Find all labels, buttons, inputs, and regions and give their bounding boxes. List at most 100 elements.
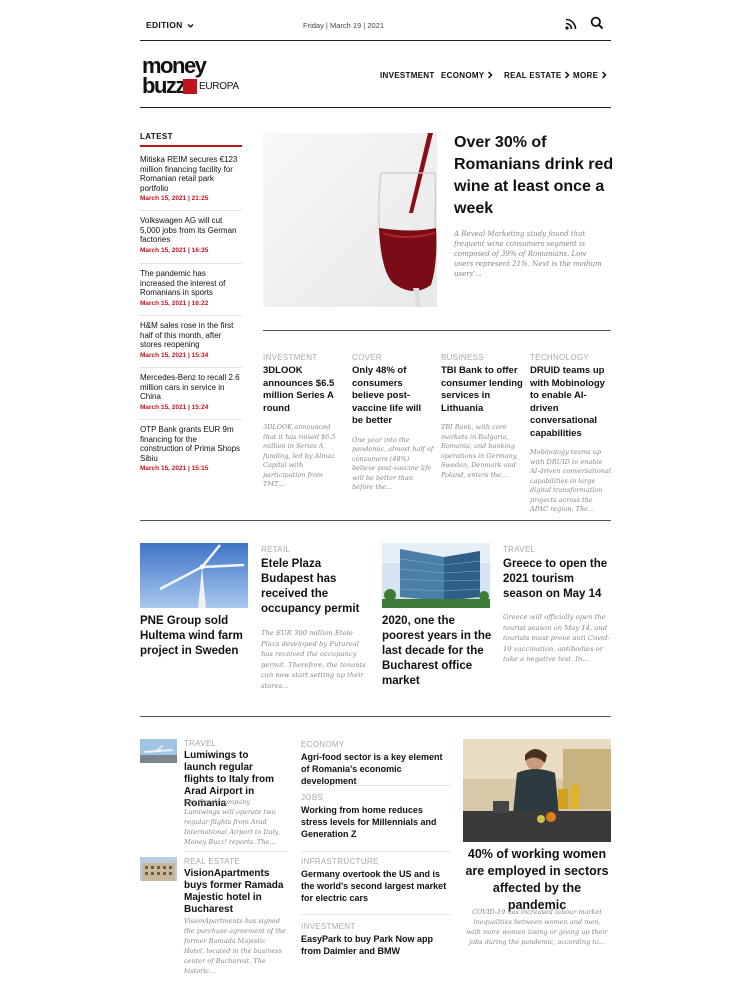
top-divider — [140, 40, 611, 41]
latest-item-title: OTP Bank grants EUR 9m financing for the… — [140, 425, 241, 463]
article-title: Only 48% of consumers believe post-vacci… — [352, 365, 422, 426]
article-title[interactable]: 2020, one the poorest years in the last … — [382, 614, 492, 689]
latest-divider — [140, 367, 242, 368]
search-icon[interactable] — [590, 16, 604, 30]
article-title[interactable]: Etele Plaza Budapest has received the oc… — [261, 557, 369, 617]
article-link[interactable]: INVESTMENT EasyPark to buy Park Now app … — [301, 922, 451, 957]
cashier-illustration — [463, 739, 611, 842]
article-excerpt: One year into the pandemic, almost half … — [352, 435, 434, 492]
article-excerpt: COVID-19 has increased labour market ine… — [466, 908, 608, 946]
latest-item-title: H&M sales rose in the first half of this… — [140, 321, 234, 349]
latest-item-date: March 15, 2021 | 16:35 — [140, 246, 209, 254]
chevron-down-icon — [187, 23, 194, 28]
latest-item-title: Mitiska REIM secures €123 million financ… — [140, 155, 238, 193]
wind-turbine-image[interactable] — [140, 543, 248, 608]
rss-icon[interactable] — [565, 18, 577, 30]
chevron-right-icon — [601, 71, 607, 79]
article-excerpt: The Greek company Lumiwings will operate… — [184, 798, 280, 846]
latest-item-title: Mercedes-Benz to recall 2.6 million cars… — [140, 373, 240, 401]
latest-item-date: March 15, 2021 | 15:34 — [140, 351, 209, 359]
article-card[interactable]: INVESTMENT 3DLOOK announces $6.5 million… — [263, 353, 345, 490]
article-title: TBI Bank to offer consumer lending servi… — [441, 365, 523, 414]
logo-word-buzz: buzz — [142, 73, 186, 98]
nav-label: INVESTMENT — [380, 71, 435, 80]
article-category: COVER — [352, 353, 382, 362]
hero-title[interactable]: Over 30% of Romanians drink red wine at … — [454, 132, 614, 220]
list-divider — [301, 851, 451, 852]
hero-divider — [263, 330, 611, 331]
working-woman-image[interactable] — [463, 739, 611, 842]
latest-item[interactable]: H&M sales rose in the first half of this… — [140, 321, 242, 359]
hero-excerpt: A Reveal Marketing study found that freq… — [454, 230, 602, 278]
section-divider — [140, 716, 611, 717]
latest-item[interactable]: OTP Bank grants EUR 9m financing for the… — [140, 425, 242, 472]
article-title: EasyPark to buy Park Now app from Daimle… — [301, 934, 434, 956]
office-building-illustration — [382, 543, 490, 608]
article-title[interactable]: VisionApartments buys former Ramada Maje… — [184, 868, 284, 916]
article-excerpt: The EUR 300 million Etele Plaza develope… — [261, 629, 366, 690]
article-card[interactable]: COVER Only 48% of consumers believe post… — [352, 353, 434, 493]
article-excerpt: VisionApartments has signed the purchase… — [184, 917, 286, 975]
article-title: Germany overtook the US and is the world… — [301, 869, 447, 903]
latest-item-date: March 15, 2021 | 21:25 — [140, 195, 209, 202]
latest-divider — [140, 419, 242, 420]
article-title[interactable]: Greece to open the 2021 tourism season o… — [503, 557, 611, 602]
article-title: Agri-food sector is a key element of Rom… — [301, 752, 443, 786]
latest-divider — [140, 263, 242, 264]
nav-real-estate[interactable]: REAL ESTATE — [504, 71, 570, 80]
site-logo[interactable]: money buzz EUROPA — [142, 55, 239, 100]
logo-word-europa: EUROPA — [199, 81, 239, 92]
article-link[interactable]: INFRASTRUCTURE Germany overtook the US a… — [301, 857, 451, 904]
article-category: REAL ESTATE — [184, 857, 241, 866]
article-category: INVESTMENT — [301, 922, 356, 931]
article-category: JOBS — [301, 793, 324, 802]
edition-menu[interactable]: EDITION — [146, 20, 194, 30]
office-building-image[interactable] — [382, 543, 490, 608]
article-category: TRAVEL — [184, 739, 217, 748]
article-title: Working from home reduces stress levels … — [301, 805, 437, 839]
latest-heading: LATEST — [140, 132, 173, 141]
article-link[interactable]: JOBS Working from home reduces stress le… — [301, 793, 451, 840]
article-link[interactable]: ECONOMY Agri-food sector is a key elemen… — [301, 740, 451, 787]
article-category: BUSINESS — [441, 353, 484, 362]
article-category: INFRASTRUCTURE — [301, 857, 379, 866]
latest-item-date: March 15, 2021 | 15:15 — [140, 465, 209, 472]
chevron-right-icon — [565, 71, 570, 79]
chevron-right-icon — [487, 71, 493, 79]
article-title[interactable]: PNE Group sold Hultema wind farm project… — [140, 614, 250, 659]
latest-item[interactable]: The pandemic has increased the interest … — [140, 269, 242, 307]
latest-underline — [140, 145, 242, 147]
latest-item[interactable]: Volkswagen AG will cut 5,000 jobs from i… — [140, 216, 242, 254]
article-excerpt: Mobinology teams up with DRUID to enable… — [530, 448, 611, 513]
nav-label: ECONOMY — [441, 71, 485, 80]
article-excerpt: Greece will officially open the tourist … — [503, 613, 610, 663]
latest-divider — [140, 315, 242, 316]
article-excerpt: TBI Bank, with core markets in Bulgaria,… — [441, 423, 518, 479]
article-category: RETAIL — [261, 545, 291, 554]
article-card[interactable]: BUSINESS TBI Bank to offer consumer lend… — [441, 353, 523, 480]
nav-more[interactable]: MORE — [573, 71, 607, 80]
article-card[interactable]: TECHNOLOGY DRUID teams up with Mobinolog… — [530, 353, 612, 515]
latest-item[interactable]: Mercedes-Benz to recall 2.6 million cars… — [140, 373, 242, 411]
latest-item-date: March 15, 2021 | 15:24 — [140, 403, 209, 411]
latest-item[interactable]: Mitiska REIM secures €123 million financ… — [140, 155, 242, 202]
latest-item-date: March 15, 2021 | 16:22 — [140, 299, 209, 307]
airplane-thumb[interactable] — [140, 739, 177, 763]
article-title[interactable]: 40% of working women are employed in sec… — [463, 846, 611, 914]
list-divider — [301, 914, 451, 915]
article-title: DRUID teams up with Mobinology to enable… — [530, 365, 605, 439]
hero-wine-image[interactable] — [263, 133, 437, 307]
article-category: ECONOMY — [301, 740, 345, 749]
nav-label: MORE — [573, 71, 599, 80]
nav-investment[interactable]: INVESTMENT — [380, 71, 435, 80]
article-category: TRAVEL — [503, 545, 536, 554]
nav-economy[interactable]: ECONOMY — [441, 71, 493, 80]
hotel-thumb[interactable] — [140, 857, 177, 881]
article-category: TECHNOLOGY — [530, 353, 590, 362]
article-excerpt: 3DLOOK announced that it has raised $6.5… — [263, 423, 336, 488]
section-divider — [140, 520, 611, 521]
wine-glass-illustration — [263, 133, 437, 307]
edition-label: EDITION — [146, 20, 183, 30]
latest-item-title: The pandemic has increased the interest … — [140, 269, 226, 297]
latest-divider — [140, 210, 242, 211]
